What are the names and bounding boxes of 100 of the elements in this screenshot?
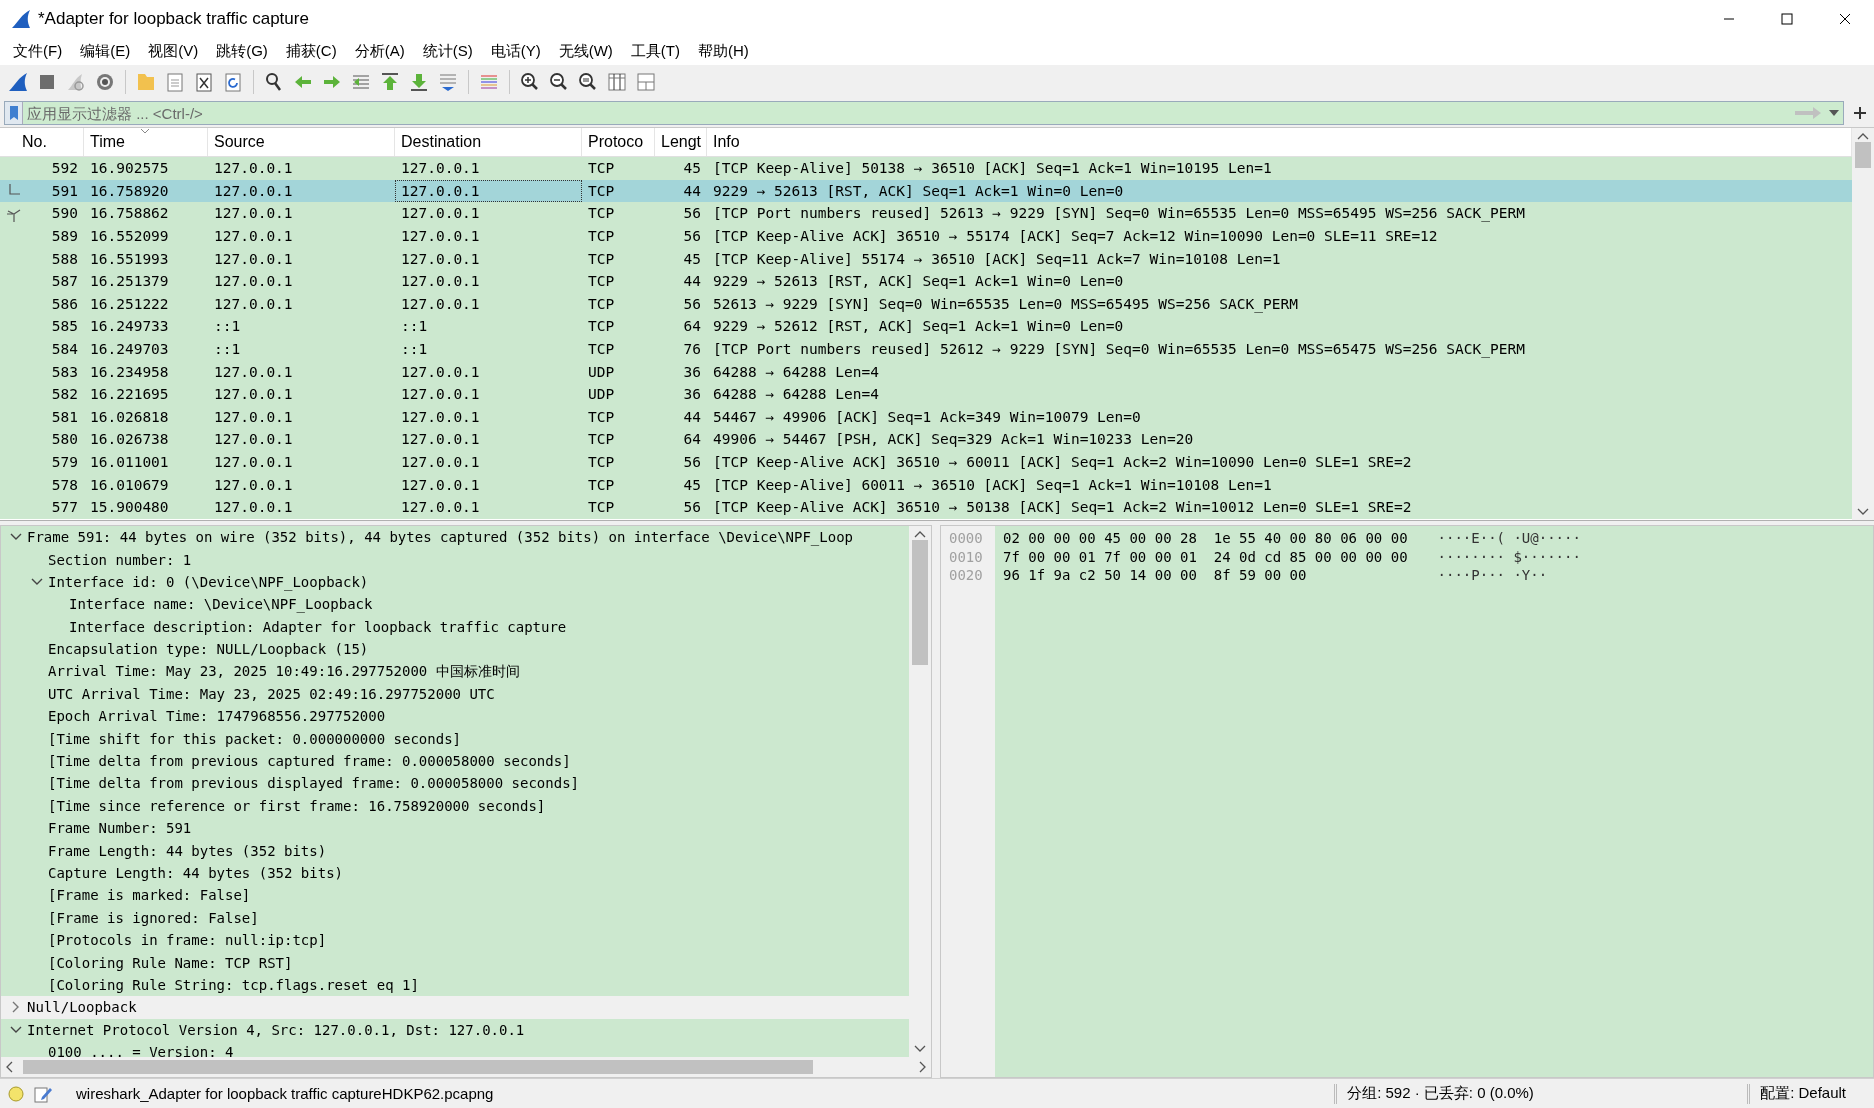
- packet-row[interactable]: 582 16.221695 127.0.0.1 127.0.0.1 UDP 36 64288 → 64288 Len=4: [0, 382, 1852, 406]
- table-cell-text: 586: [50, 294, 79, 314]
- tree-item[interactable]: [Frame is marked: False]: [48, 887, 251, 904]
- scrollbar[interactable]: [1, 1057, 931, 1077]
- packet-row[interactable]: 592 16.902575 127.0.0.1 127.0.0.1 TCP 45 [TCP Keep-Alive] 50138 → 36510 [ACK] Seq=1 Ack=1 Win=10195 Len=1: [0, 157, 1852, 180]
- packet-row[interactable]: 581 16.026818 127.0.0.1 127.0.0.1 TCP 44 54467 → 49906 [ACK] Seq=1 Ack=349 Win=10079 Len=0: [0, 405, 1852, 429]
- table-cell-text: TCP: [587, 453, 616, 472]
- menu-item[interactable]: 编辑(E): [71, 40, 140, 63]
- table-cell-text: [TCP Port numbers reused] 52612 → 9229 [SYN] Seq=0 Win=65535 Len=0 MSS=65475 WS=256 SACK_PERM: [712, 340, 1526, 360]
- table-cell-text: 127.0.0.1: [400, 362, 481, 382]
- filter-bar[interactable]: 应用显示过滤器 ... <Ctrl-/>: [4, 101, 1844, 125]
- table-cell-text: 16.221695: [89, 385, 170, 405]
- menu-item[interactable]: 帮助(H): [688, 40, 758, 63]
- scroll-thumb[interactable]: [23, 1060, 813, 1074]
- menu-item[interactable]: 分析(A): [345, 40, 414, 63]
- expand-icon[interactable]: [12, 1001, 20, 1014]
- tree-item[interactable]: Null/Loopback: [27, 999, 137, 1016]
- menu-item[interactable]: 无线(W): [549, 40, 622, 63]
- menu-item[interactable]: 跳转(G): [207, 40, 277, 63]
- table-cell-text: 582: [50, 385, 79, 405]
- table-cell-text: 9229 → 52613 [RST, ACK] Seq=1 Ack=1 Win=0 Len=0: [712, 181, 1125, 201]
- packet-row[interactable]: 577 15.900480 127.0.0.1 127.0.0.1 TCP 56 [TCP Keep-Alive ACK] 36510 → 50138 [ACK] Seq=1 Ack=2 Win=10012 Len=0 SLE=1 SRE=2: [0, 495, 1852, 519]
- table-cell-text: 584: [50, 340, 79, 360]
- menu-item[interactable]: 文件(F): [4, 40, 72, 63]
- packet-row[interactable]: 584 16.249703 ::1 ::1 TCP 76 [TCP Port numbers reused] 52612 → 9229 [SYN] Seq=0 Win=65535 Len=0 MSS=65475 WS=256 SACK_PERM: [0, 337, 1852, 361]
- table-cell-text: 127.0.0.1: [213, 204, 294, 224]
- scroll-down-icon: [1857, 508, 1869, 516]
- tree-item[interactable]: 0100 .... = Version: 4: [48, 1044, 234, 1057]
- layout-button[interactable]: [634, 70, 658, 94]
- table-cell-text: UDP: [587, 385, 616, 405]
- table-cell-text: 9229 → 52613 [RST, ACK] Seq=1 Ack=1 Win=0 Len=0: [712, 272, 1125, 292]
- resize-columns-button[interactable]: [605, 70, 629, 94]
- scrollbar[interactable]: [1852, 128, 1874, 520]
- table-cell-text: 45: [682, 159, 702, 179]
- packet-row[interactable]: 587 16.251379 127.0.0.1 127.0.0.1 TCP 44 9229 → 52613 [RST, ACK] Seq=1 Ack=1 Win=0 Len=0: [0, 269, 1852, 293]
- scroll-thumb[interactable]: [912, 540, 928, 665]
- packet-row[interactable]: 591 16.758920 127.0.0.1 127.0.0.1 TCP 44 9229 → 52613 [RST, ACK] Seq=1 Ack=1 Win=0 Len=0: [0, 179, 1852, 203]
- table-cell-text: 127.0.0.1: [400, 407, 481, 427]
- column-header[interactable]: Source: [208, 128, 395, 156]
- tree-item[interactable]: [Coloring Rule Name: TCP RST]: [48, 954, 293, 971]
- tree-item[interactable]: [Frame is ignored: False]: [48, 909, 259, 926]
- menu-item[interactable]: 电话(Y): [481, 40, 550, 63]
- scroll-thumb[interactable]: [1855, 142, 1871, 168]
- fin-button[interactable]: [6, 70, 30, 94]
- status-light-icon[interactable]: [8, 1085, 24, 1102]
- table-cell-text: [TCP Keep-Alive] 60011 → 36510 [ACK] Seq=1 Ack=1 Win=10108 Len=1: [712, 475, 1273, 495]
- table-cell-text: 16.902575: [89, 159, 170, 179]
- column-header[interactable]: No.: [0, 128, 84, 156]
- profile-label[interactable]: 配置: Default: [1760, 1084, 1866, 1103]
- table-cell-text: 127.0.0.1: [213, 407, 294, 427]
- packet-row[interactable]: 580 16.026738 127.0.0.1 127.0.0.1 TCP 64 49906 → 54467 [PSH, ACK] Seq=329 Ack=1 Win=10233 Len=20: [0, 428, 1852, 451]
- hex-bytes: 02 00 00 00 45 00 00 28 1e 55 40 00 80 06 00 00: [1003, 530, 1408, 548]
- collapse-icon[interactable]: [31, 577, 43, 586]
- maximize-icon: [1781, 13, 1793, 25]
- table-cell-text: TCP: [587, 181, 616, 201]
- packet-row[interactable]: 589 16.552099 127.0.0.1 127.0.0.1 TCP 56 [TCP Keep-Alive ACK] 36510 → 55174 [ACK] Seq=7 Ack=12 Win=10090 Len=0 SLE=11 SRE=12: [0, 224, 1852, 248]
- table-cell: 590: [0, 202, 84, 225]
- column-header[interactable]: Protoco: [582, 128, 655, 156]
- packet-row[interactable]: 585 16.249733 ::1 ::1 TCP 64 9229 → 52612 [RST, ACK] Seq=1 Ack=1 Win=0 Len=0: [0, 315, 1852, 338]
- tree-item[interactable]: Section number: 1: [48, 551, 192, 568]
- table-cell-text: 577: [50, 498, 79, 518]
- byte-offset: 0000: [949, 530, 984, 548]
- table-cell-text: 36: [682, 385, 702, 405]
- menu-item[interactable]: 捕获(C): [276, 40, 346, 63]
- window-title: *Adapter for loopback traffic capture: [38, 9, 310, 29]
- table-cell-text: 127.0.0.1: [400, 385, 481, 405]
- tree-item[interactable]: Frame Number: 591: [48, 820, 192, 837]
- first-packet-icon: [379, 71, 401, 93]
- packet-row[interactable]: 590 16.758862 127.0.0.1 127.0.0.1 TCP 56 [TCP Port numbers reused] 52613 → 9229 [SYN] Seq=0 Win=65535 Len=0 MSS=65495 WS=256 SACK_PERM: [0, 202, 1852, 225]
- table-cell-text: 56: [682, 204, 702, 224]
- scroll-left-icon: [5, 1061, 13, 1073]
- collapse-icon[interactable]: [10, 1025, 22, 1034]
- sort-icon: [140, 128, 150, 134]
- edit-icon[interactable]: [34, 1084, 52, 1103]
- table-cell-text: 16.251222: [89, 294, 170, 314]
- byte-offset: 0020: [949, 567, 984, 585]
- column-header[interactable]: Destination: [395, 128, 582, 156]
- menu-item[interactable]: 统计(S): [413, 40, 482, 63]
- packet-row[interactable]: 583 16.234958 127.0.0.1 127.0.0.1 UDP 36 64288 → 64288 Len=4: [0, 360, 1852, 383]
- table-cell-text: 16.551993: [89, 249, 170, 269]
- menu-item[interactable]: 视图(V): [139, 40, 208, 63]
- packet-row[interactable]: 579 16.011001 127.0.0.1 127.0.0.1 TCP 56 [TCP Keep-Alive ACK] 36510 → 60011 [ACK] Seq=1 Ack=2 Win=10090 Len=0 SLE=1 SRE=2: [0, 450, 1852, 474]
- table-cell-text: TCP: [587, 430, 616, 450]
- scrollbar[interactable]: [909, 526, 931, 1057]
- packet-row[interactable]: 586 16.251222 127.0.0.1 127.0.0.1 TCP 56 52613 → 9229 [SYN] Seq=0 Win=65535 Len=0 MSS=65495 WS=256 SACK_PERM: [0, 292, 1852, 316]
- table-cell-text: 56: [682, 498, 702, 518]
- table-cell-text: 16.758862: [89, 204, 170, 224]
- menu-item[interactable]: 工具(T): [621, 40, 689, 63]
- packet-row[interactable]: 578 16.010679 127.0.0.1 127.0.0.1 TCP 45 [TCP Keep-Alive] 60011 → 36510 [ACK] Seq=1 Ack=1 Win=10108 Len=1: [0, 473, 1852, 496]
- table-cell-text: 54467 → 49906 [ACK] Seq=1 Ack=349 Win=10079 Len=0: [712, 407, 1142, 427]
- table-cell-text: 16.011001: [89, 453, 170, 472]
- collapse-icon[interactable]: [10, 533, 22, 542]
- table-cell-text: 127.0.0.1: [213, 475, 294, 495]
- table-cell-text: 127.0.0.1: [213, 430, 294, 450]
- packet-row[interactable]: 588 16.551993 127.0.0.1 127.0.0.1 TCP 45 [TCP Keep-Alive] 55174 → 36510 [ACK] Seq=11 Ack=7 Win=10108 Len=1: [0, 247, 1852, 270]
- table-cell-text: TCP: [587, 272, 616, 292]
- scroll-down-icon: [914, 1045, 926, 1053]
- table-cell-text: 16.758920: [89, 181, 170, 201]
- column-header[interactable]: Lengt: [655, 128, 707, 156]
- column-header[interactable]: Time: [84, 128, 208, 156]
